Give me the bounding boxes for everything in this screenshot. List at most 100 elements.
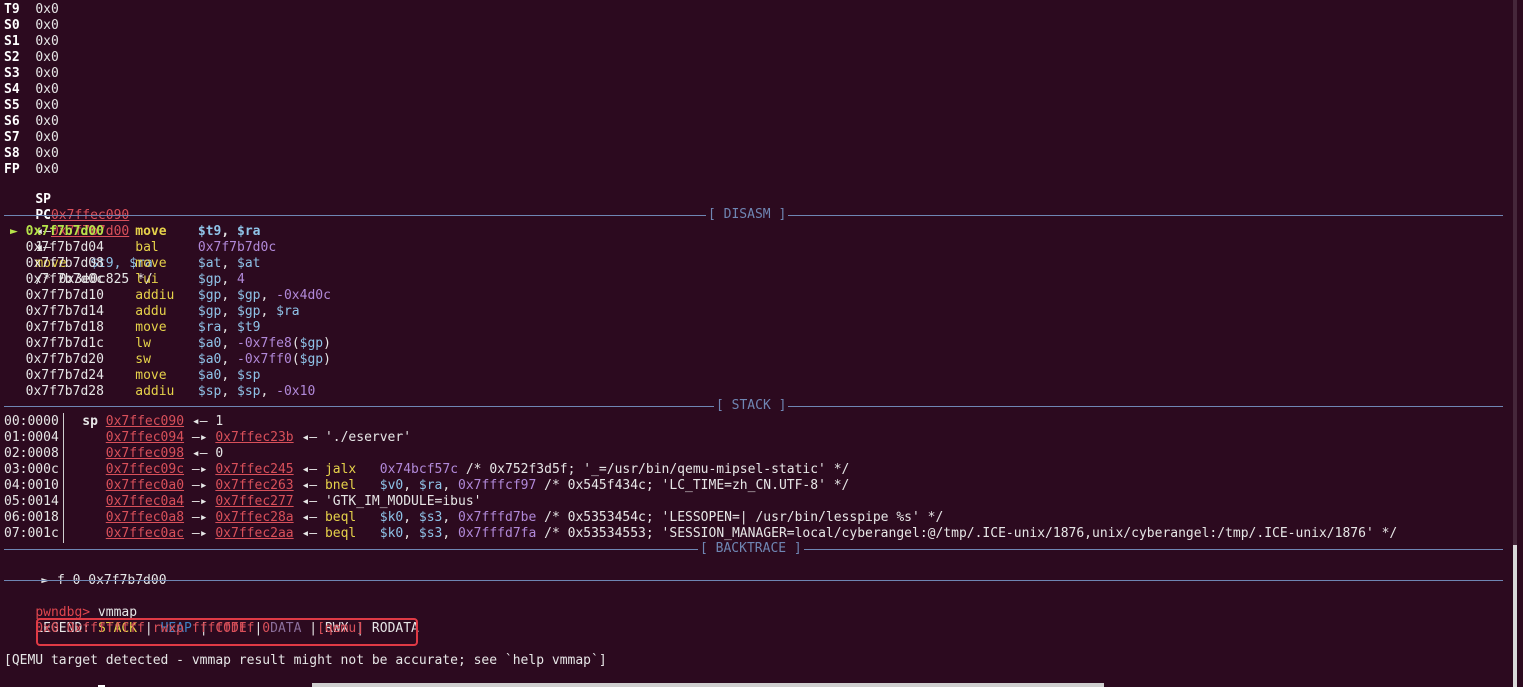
address-link[interactable]: 0x7ffec28a [215, 510, 293, 525]
text-segment: ( [291, 352, 300, 367]
stack-tag [82, 478, 105, 493]
disasm-row[interactable]: 0x7f7b7d10 addiu $gp, $gp, -0x4d0c [10, 288, 331, 304]
instruction-mnemonic: addiu [135, 384, 198, 399]
text-segment: , [442, 478, 459, 493]
stack-row[interactable]: 01:0004 0x7ffec094 —▸ 0x7ffec23b ◂— './e… [4, 430, 411, 446]
stack-address-link[interactable]: 0x7ffec0a4 [106, 494, 184, 509]
instruction-address: 0x7f7b7d10 [25, 288, 104, 303]
text-segment: —▸ [184, 510, 216, 525]
terminal-window[interactable]: T9 0x0 S0 0x0 S1 0x0 S2 0x0 S3 0x0 S4 0x0 S5 0… [0, 0, 1523, 687]
immediate-operand: 0x74bcf57c [379, 462, 459, 477]
address-link[interactable]: 0x7ffec23b [215, 430, 293, 445]
text-segment: —▸ [184, 494, 216, 509]
register-row: S7 0x0 [4, 130, 59, 146]
register-row-pc: PC 0x7f7b7d00 ◂— move $t9, $ra /* 0x3e0c… [4, 192, 152, 287]
text-segment: , [221, 256, 238, 271]
register-row: S6 0x0 [4, 114, 59, 130]
register-operand: $a0 [197, 352, 222, 367]
disasm-row[interactable]: 0x7f7b7d18 move $ra, $t9 [10, 320, 261, 336]
register-operand: $k0 [379, 526, 404, 541]
instruction-mnemonic: addu [135, 304, 198, 319]
register-operand: $gp [197, 272, 222, 287]
stack-address-link[interactable]: 0x7ffec09c [106, 462, 184, 477]
input-line[interactable]: pwndbg> [4, 669, 105, 687]
backtrace-frame[interactable]: ► f 0 0x7f7b7d00 [10, 557, 166, 588]
disasm-row[interactable]: 0x7f7b7d1c lw $a0, -0x7fe8($gp) [10, 336, 331, 352]
register-value: 0x0 [35, 66, 59, 81]
text-segment: ◂— [293, 526, 325, 541]
stack-tag [82, 526, 105, 541]
register-operand: $a0 [197, 368, 222, 383]
stack-address-link[interactable]: 0x7ffec094 [106, 430, 184, 445]
stack-address-link[interactable]: 0x7ffec0ac [106, 526, 184, 541]
stack-row[interactable]: 04:0010 0x7ffec0a0 —▸ 0x7ffec263 ◂— bnel… [4, 478, 849, 494]
register-operand: $s3 [418, 510, 443, 525]
text-segment: /* 0x5353454c; 'LESSOPEN=| /usr/bin/less… [536, 510, 944, 525]
stack-tag [82, 446, 105, 461]
disasm-row[interactable]: 0x7f7b7d14 addu $gp, $gp, $ra [10, 304, 300, 320]
address-link[interactable]: 0x7ffec277 [215, 494, 293, 509]
register-name: S6 [4, 114, 20, 129]
immediate-operand: -0x7ff0 [237, 352, 292, 367]
immediate-operand: -0x4d0c [276, 288, 331, 303]
stack-address-link[interactable]: 0x7ffec0a8 [106, 510, 184, 525]
current-instruction-marker [10, 384, 26, 399]
stack-row[interactable]: 07:001c 0x7ffec0ac —▸ 0x7ffec2aa ◂— beql… [4, 526, 1397, 542]
address-link[interactable]: 0x7ffec263 [215, 478, 293, 493]
stack-address-link[interactable]: 0x7ffec098 [106, 446, 184, 461]
stack-address-link[interactable]: 0x7ffec090 [106, 414, 184, 429]
disasm-row[interactable]: 0x7f7b7d08 move $at, $at [10, 256, 261, 272]
disasm-header: [ DISASM ] [706, 207, 789, 223]
stack-row[interactable]: 00:0000 sp 0x7ffec090 ◂— 1 [4, 414, 223, 430]
text-segment: , [221, 320, 238, 335]
register-operand: $sp [237, 384, 261, 399]
text-segment: , [221, 384, 238, 399]
instruction-mnemonic: move [135, 368, 198, 383]
register-row: S1 0x0 [4, 34, 59, 50]
register-name: S7 [4, 130, 20, 145]
disasm-row[interactable]: 0x7f7b7d28 addiu $sp, $sp, -0x10 [10, 384, 316, 400]
stack-row[interactable]: 06:0018 0x7ffec0a8 —▸ 0x7ffec28a ◂— beql… [4, 510, 943, 526]
disasm-row[interactable]: 0x7f7b7d0c lui $gp, 4 [10, 272, 245, 288]
horizontal-scrollbar-thumb[interactable] [312, 683, 1104, 687]
address-link[interactable]: 0x7ffec245 [215, 462, 293, 477]
text-segment: ◂— './eserver' [293, 430, 412, 445]
text-segment: , [403, 510, 419, 525]
register-value: 0x0 [35, 130, 59, 145]
stack-tag [82, 510, 105, 525]
register-value: 0x0 [35, 50, 59, 65]
register-value: 0x0 [35, 98, 59, 113]
text-segment: , [221, 368, 238, 383]
stack-row[interactable]: 02:0008 0x7ffec098 ◂— 0 [4, 446, 223, 462]
text-segment [356, 510, 379, 525]
current-instruction-marker: ► [10, 224, 26, 239]
text-segment: , [442, 510, 459, 525]
instruction-address: 0x7f7b7d14 [25, 304, 104, 319]
register-operand: $sp [237, 368, 261, 383]
text-segment: /* 0x545f434c; 'LC_TIME=zh_CN.UTF-8' */ [536, 478, 850, 493]
text-segment [356, 478, 379, 493]
disasm-row[interactable]: 0x7f7b7d20 sw $a0, -0x7ff0($gp) [10, 352, 331, 368]
address-link[interactable]: 0x7ffec2aa [215, 526, 293, 541]
stack-row[interactable]: 03:000c 0x7ffec09c —▸ 0x7ffec245 ◂— jalx… [4, 462, 849, 478]
stack-tag [82, 430, 105, 445]
stack-address-link[interactable]: 0x7ffec0a0 [106, 478, 184, 493]
disasm-row[interactable]: ► 0x7f7b7d00 move $t9, $ra [10, 224, 261, 240]
disasm-row[interactable]: 0x7f7b7d24 move $a0, $sp [10, 368, 261, 384]
register-value: 0x0 [35, 2, 59, 17]
text-segment: , [260, 288, 277, 303]
register-operand: $ra [276, 304, 300, 319]
disasm-row[interactable]: 0x7f7b7d04 bal 0x7f7b7d0c [10, 240, 277, 256]
vertical-scrollbar-thumb[interactable] [1513, 545, 1517, 687]
register-operand: $at [197, 256, 222, 271]
register-operand: $k0 [379, 510, 404, 525]
stack-row[interactable]: 05:0014 0x7ffec0a4 —▸ 0x7ffec277 ◂— 'GTK… [4, 494, 481, 510]
stack-offset: 03:000c [4, 462, 59, 477]
